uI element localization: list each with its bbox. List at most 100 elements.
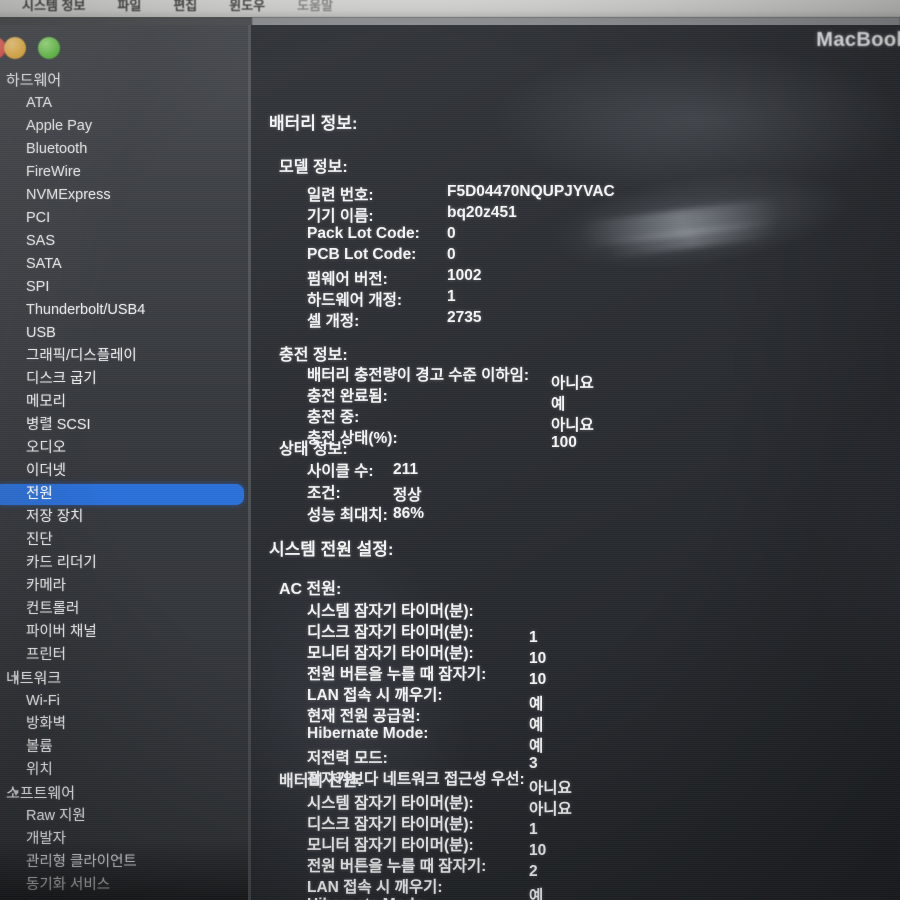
sidebar-item-label: 전원 xyxy=(26,486,53,502)
value-bat-2: 2 xyxy=(529,863,538,880)
sidebar-item-0[interactable]: 하드웨어 xyxy=(0,69,248,92)
sidebar-item-30[interactable]: 위치 xyxy=(0,759,248,782)
label-ac-2: 모니터 잠자기 타이머(분): xyxy=(307,645,474,662)
sidebar-item-label: PCI xyxy=(26,210,51,226)
sidebar-item-label: 저장 장치 xyxy=(26,509,84,525)
title-bar[interactable]: MacBook xyxy=(252,25,900,55)
sidebar-item-21[interactable]: 카드 리더기 xyxy=(0,552,248,575)
sidebar-item-31[interactable]: ▾ 소프트웨어 xyxy=(0,782,248,805)
label-model-4: 펌웨어 버전: xyxy=(307,271,388,288)
minimize-button[interactable] xyxy=(4,37,26,59)
menu-item-help[interactable]: 도움말 xyxy=(281,0,349,14)
menu-bar: 시스템 정보 파일 편집 윈도우 도움말 xyxy=(0,0,900,17)
value-ac-7: 아니요 xyxy=(529,780,572,797)
sidebar-item-label: 카드 리더기 xyxy=(26,555,97,571)
sidebar-item-label: 관리형 클라이언트 xyxy=(26,854,137,870)
sidebar-item-3[interactable]: Bluetooth xyxy=(0,138,248,161)
label-ac-0: 시스템 잠자기 타이머(분): xyxy=(307,603,474,620)
sidebar-item-15[interactable]: 병렬 SCSI xyxy=(0,414,248,437)
label-model-3: PCB Lot Code: xyxy=(307,246,417,263)
sidebar-item-23[interactable]: 컨트롤러 xyxy=(0,598,248,621)
menu-item-edit[interactable]: 편집 xyxy=(157,0,213,14)
sidebar-item-14[interactable]: 메모리 xyxy=(0,391,248,414)
label-bat-1: 디스크 잠자기 타이머(분): xyxy=(307,816,474,833)
sidebar-item-label: 오디오 xyxy=(26,440,67,456)
sidebar-item-28[interactable]: 방화벽 xyxy=(0,713,248,736)
sidebar-item-label: SATA xyxy=(26,256,62,272)
sidebar-item-9[interactable]: SPI xyxy=(0,276,248,299)
label-health-2: 성능 최대치: xyxy=(307,507,388,524)
sidebar-item-label: 카메라 xyxy=(26,578,67,594)
sidebar-item-label: 위치 xyxy=(26,762,53,778)
sidebar-item-label: 진단 xyxy=(26,532,53,548)
heading-battery-info: 배터리 정보: xyxy=(269,114,358,133)
sidebar-item-35[interactable]: 동기화 서비스 xyxy=(0,874,248,897)
label-ac-7: 저전력 모드: xyxy=(307,750,388,767)
value-model-1: bq20z451 xyxy=(447,204,517,221)
zoom-button[interactable] xyxy=(38,37,60,59)
sidebar-item-6[interactable]: PCI xyxy=(0,207,248,230)
label-ac-3: 전원 버튼을 누를 때 잠자기: xyxy=(307,666,487,683)
chevron-down-icon[interactable]: ▾ xyxy=(10,667,22,690)
heading-system-power: 시스템 전원 설정: xyxy=(269,540,394,559)
value-model-0: F5D04470NQUPJYVAC xyxy=(447,183,615,200)
sidebar-item-32[interactable]: Raw 지원 xyxy=(0,805,248,828)
sidebar-item-22[interactable]: 카메라 xyxy=(0,575,248,598)
sidebar-item-13[interactable]: 디스크 굽기 xyxy=(0,368,248,391)
label-ac-4: LAN 접속 시 깨우기: xyxy=(307,687,443,704)
sidebar-item-34[interactable]: 관리형 클라이언트 xyxy=(0,851,248,874)
sidebar-item-26[interactable]: ▾ 네트워크 xyxy=(0,667,248,690)
sidebar-item-25[interactable]: 프린터 xyxy=(0,644,248,667)
label-charge-2: 충전 중: xyxy=(307,409,360,426)
sidebar: 하드웨어 ATA Apple Pay Bluetooth FireWire NVMExpr… xyxy=(0,25,248,900)
sidebar-item-10[interactable]: Thunderbolt/USB4 xyxy=(0,299,248,322)
value-health-2: 86% xyxy=(393,505,425,522)
value-model-5: 1 xyxy=(447,288,456,305)
sidebar-item-2[interactable]: Apple Pay xyxy=(0,115,248,138)
sidebar-item-8[interactable]: SATA xyxy=(0,253,248,276)
sidebar-item-label: SAS xyxy=(26,233,56,249)
sidebar-item-label: 개발자 xyxy=(26,831,67,847)
sidebar-item-label: 방화벽 xyxy=(26,716,67,732)
menu-item-system-information[interactable]: 시스템 정보 xyxy=(6,0,101,14)
sidebar-item-11[interactable]: USB xyxy=(0,322,248,345)
sidebar-item-16[interactable]: 오디오 xyxy=(0,437,248,460)
photographed-screen: 시스템 정보 파일 편집 윈도우 도움말 하드웨어 ATA Apple Pay Blu… xyxy=(0,0,900,900)
value-ac-8: 아니요 xyxy=(529,801,572,818)
label-bat-2: 모니터 잠자기 타이머(분): xyxy=(307,837,474,854)
heading-health-info: 상태 정보: xyxy=(279,441,348,458)
sidebar-item-20[interactable]: 진단 xyxy=(0,529,248,552)
screen-glare xyxy=(580,197,782,249)
heading-model-info: 모델 정보: xyxy=(279,159,348,176)
label-bat-0: 시스템 잠자기 타이머(분): xyxy=(307,795,474,812)
sidebar-item-1[interactable]: ATA xyxy=(0,92,248,115)
sidebar-item-label: Bluetooth xyxy=(26,141,88,157)
heading-ac-power: AC 전원: xyxy=(279,581,342,598)
sidebar-item-33[interactable]: 개발자 xyxy=(0,828,248,851)
label-ac-1: 디스크 잠자기 타이머(분): xyxy=(307,624,474,641)
label-ac-5: 현재 전원 공급원: xyxy=(307,708,421,725)
sidebar-item-17[interactable]: 이더넷 xyxy=(0,460,248,483)
value-health-0: 211 xyxy=(393,461,419,478)
value-bat-1: 10 xyxy=(529,842,547,859)
sidebar-item-18[interactable]: 전원 xyxy=(0,483,248,506)
sidebar-item-12[interactable]: 그래픽/디스플레이 xyxy=(0,345,248,368)
value-model-4: 1002 xyxy=(447,267,482,284)
sidebar-item-label: 컨트롤러 xyxy=(26,601,80,617)
sidebar-item-19[interactable]: 저장 장치 xyxy=(0,506,248,529)
sidebar-item-27[interactable]: Wi-Fi xyxy=(0,690,248,713)
label-bat-3: 전원 버튼을 누를 때 잠자기: xyxy=(307,858,487,875)
menu-item-window[interactable]: 윈도우 xyxy=(213,0,281,14)
sidebar-item-label: FireWire xyxy=(26,164,81,180)
sidebar-item-29[interactable]: 볼륨 xyxy=(0,736,248,759)
sidebar-item-7[interactable]: SAS xyxy=(0,230,248,253)
sidebar-item-4[interactable]: FireWire xyxy=(0,161,248,184)
sidebar-item-5[interactable]: NVMExpress xyxy=(0,184,248,207)
value-model-3: 0 xyxy=(447,246,456,263)
menu-item-file[interactable]: 파일 xyxy=(101,0,157,14)
sidebar-item-24[interactable]: 파이버 채널 xyxy=(0,621,248,644)
value-model-2: 0 xyxy=(447,225,456,242)
value-charge-2: 아니요 xyxy=(551,417,594,434)
chevron-down-icon[interactable]: ▾ xyxy=(10,782,22,805)
label-bat-4: LAN 접속 시 깨우기: xyxy=(307,879,443,896)
